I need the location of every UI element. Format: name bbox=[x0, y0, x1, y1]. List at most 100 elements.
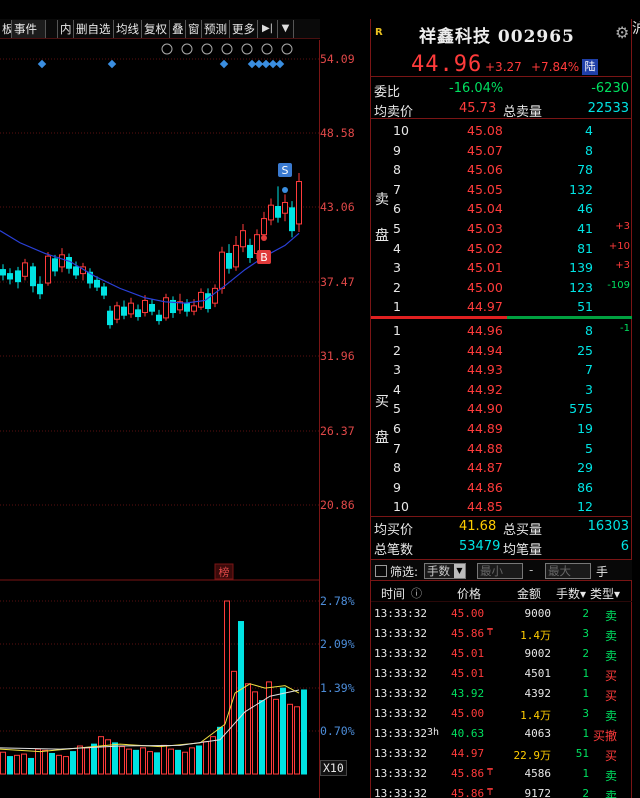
volume-bar bbox=[98, 736, 104, 775]
bid-row[interactable]: 5 44.90 575 bbox=[371, 399, 633, 419]
tick-row[interactable]: 13:33:32 45.01 9002 2 卖 bbox=[371, 643, 633, 663]
tick-price: 45.00 bbox=[451, 707, 485, 720]
tick-row[interactable]: 13:33:32 45.00 9000 2 卖 bbox=[371, 603, 633, 623]
ask-row[interactable]: 9 45.07 8 bbox=[371, 141, 633, 161]
unit-select[interactable]: 手数 ▼ bbox=[424, 563, 466, 579]
candle-body bbox=[45, 255, 51, 284]
candle-body bbox=[149, 303, 155, 312]
bid-row[interactable]: 6 44.89 19 bbox=[371, 419, 633, 439]
tick-row[interactable]: 13:33:32 45.00 1.4万 3 卖 bbox=[371, 703, 633, 723]
total-ask: 22533 bbox=[587, 101, 629, 116]
volume-bar bbox=[112, 742, 118, 775]
volume-bar bbox=[84, 747, 90, 775]
bid-summary-row: 均买价 41.68 总买量 16303 bbox=[371, 516, 633, 538]
ask-row[interactable]: 8 45.06 78 bbox=[371, 160, 633, 180]
bid-row[interactable]: 8 44.87 29 bbox=[371, 458, 633, 478]
toolbar-tab-2[interactable] bbox=[46, 19, 58, 38]
ask-row[interactable]: 2 45.00 123 -109 bbox=[371, 278, 633, 298]
tick-time: 13:33:32 bbox=[374, 647, 427, 660]
ask-level: 4 bbox=[393, 240, 401, 256]
toolbar-tab-8[interactable]: 窗 bbox=[186, 19, 202, 38]
ask-row[interactable]: 10 45.08 4 bbox=[371, 121, 633, 141]
filter-checkbox[interactable] bbox=[375, 565, 387, 577]
col-type[interactable]: 类型▾ bbox=[590, 585, 620, 602]
kline-chart[interactable]: S B 榜 bbox=[0, 40, 370, 798]
candle-body bbox=[163, 297, 169, 319]
ask-row[interactable]: 4 45.02 81 +10 bbox=[371, 239, 633, 259]
tick-row[interactable]: 13:33:32 45.86 ₸ 1.4万 3 卖 bbox=[371, 623, 633, 643]
deals-label: 总笔数 bbox=[374, 543, 414, 558]
ask-price: 45.01 bbox=[467, 260, 503, 276]
toolbar-tab-1[interactable]: 事件 bbox=[12, 19, 46, 38]
bid-row[interactable]: 2 44.94 25 bbox=[371, 341, 633, 361]
tick-price: 44.97 bbox=[451, 747, 485, 760]
candle-body bbox=[289, 207, 295, 232]
bid-level: 3 bbox=[393, 362, 401, 378]
tick-lots: 2 bbox=[582, 787, 589, 798]
bid-row[interactable]: 4 44.92 3 bbox=[371, 380, 633, 400]
toolbar-tab-7[interactable]: 叠 bbox=[170, 19, 186, 38]
event-marker bbox=[107, 59, 117, 69]
total-bid-label: 总买量 bbox=[503, 523, 543, 538]
toolbar-tab-0[interactable]: 板 bbox=[0, 19, 12, 38]
volume-bar bbox=[224, 600, 230, 775]
tick-price-mark: ₸ bbox=[487, 627, 494, 638]
volume-bar bbox=[189, 747, 195, 775]
toolbar-tab-9[interactable]: 预测 bbox=[202, 19, 230, 38]
tick-row[interactable]: 13:33:32 43.92 4392 1 买 bbox=[371, 683, 633, 703]
bid-volume: 12 bbox=[577, 499, 593, 515]
tick-row[interactable]: 13:33:32 3h 40.63 4063 1 买撤 bbox=[371, 723, 633, 743]
bid-level: 10 bbox=[393, 499, 409, 515]
min-input[interactable]: 最小 bbox=[477, 563, 523, 579]
volume-tick-label: 2.78% bbox=[320, 594, 355, 608]
ask-price: 45.05 bbox=[467, 181, 503, 197]
ask-row[interactable]: 1 44.97 51 bbox=[371, 297, 633, 317]
max-input[interactable]: 最大 bbox=[545, 563, 591, 579]
ask-row[interactable]: 5 45.03 41 +3 bbox=[371, 219, 633, 239]
volume-bar bbox=[56, 754, 62, 775]
candle-body bbox=[205, 293, 211, 310]
volume-tick-label: 1.39% bbox=[320, 681, 355, 695]
toolbar-tab-10[interactable]: 更多 bbox=[230, 19, 258, 38]
tick-amount: 4063 bbox=[524, 727, 552, 740]
bid-row[interactable]: 7 44.88 5 bbox=[371, 439, 633, 459]
col-time[interactable]: 时间 bbox=[381, 585, 405, 602]
chevron-down-icon[interactable]: ▼ bbox=[278, 19, 294, 38]
info-icon[interactable]: ⓘ bbox=[411, 585, 422, 601]
col-lots[interactable]: 手数▾ bbox=[556, 585, 586, 602]
col-amount[interactable]: 金额 bbox=[517, 585, 541, 602]
candle-body bbox=[282, 201, 288, 214]
gear-icon[interactable]: ⚙ bbox=[615, 23, 629, 42]
bid-row[interactable]: 9 44.86 86 bbox=[371, 478, 633, 498]
exchange-badge[interactable]: 陆 bbox=[582, 59, 598, 75]
sell-bar bbox=[371, 316, 507, 319]
ask-row[interactable]: 6 45.04 46 bbox=[371, 199, 633, 219]
event-marker bbox=[37, 59, 47, 69]
quote-panel: R 祥鑫科技 002965 ⚙ 44.96 +3.27 +7.84% 陆 委比 … bbox=[370, 19, 633, 798]
toolbar-tab-6[interactable]: 复权 bbox=[142, 19, 170, 38]
tick-row[interactable]: 13:33:32 45.86 ₸ 9172 2 卖 bbox=[371, 783, 633, 798]
volume-bar bbox=[21, 753, 27, 775]
col-price[interactable]: 价格 bbox=[457, 585, 481, 602]
candle-body bbox=[15, 270, 21, 283]
price-tick-label: 20.86 bbox=[320, 498, 355, 512]
candle-body bbox=[66, 257, 72, 269]
forward-icon[interactable]: ▶| bbox=[258, 19, 278, 38]
volume-bar bbox=[203, 741, 209, 775]
candle-body bbox=[107, 310, 113, 326]
tick-row[interactable]: 13:33:32 45.86 ₸ 4586 1 卖 bbox=[371, 763, 633, 783]
bid-row[interactable]: 1 44.96 8 -1 bbox=[371, 321, 633, 341]
bid-row[interactable]: 10 44.85 12 bbox=[371, 497, 633, 517]
candle-body bbox=[135, 309, 141, 318]
ask-row[interactable]: 3 45.01 139 +3 bbox=[371, 258, 633, 278]
tick-row[interactable]: 13:33:32 44.97 22.9万 51 买 bbox=[371, 743, 633, 763]
candle-body bbox=[142, 299, 148, 314]
tick-time: 13:33:32 bbox=[374, 767, 427, 780]
bid-level: 7 bbox=[393, 440, 401, 456]
toolbar-tab-3[interactable]: 内 bbox=[58, 19, 74, 38]
toolbar-tab-5[interactable]: 均线 bbox=[114, 19, 142, 38]
toolbar-tab-4[interactable]: 删自选 bbox=[74, 19, 114, 38]
tick-row[interactable]: 13:33:32 45.01 4501 1 买 bbox=[371, 663, 633, 683]
bid-row[interactable]: 3 44.93 7 bbox=[371, 360, 633, 380]
ask-row[interactable]: 7 45.05 132 bbox=[371, 180, 633, 200]
